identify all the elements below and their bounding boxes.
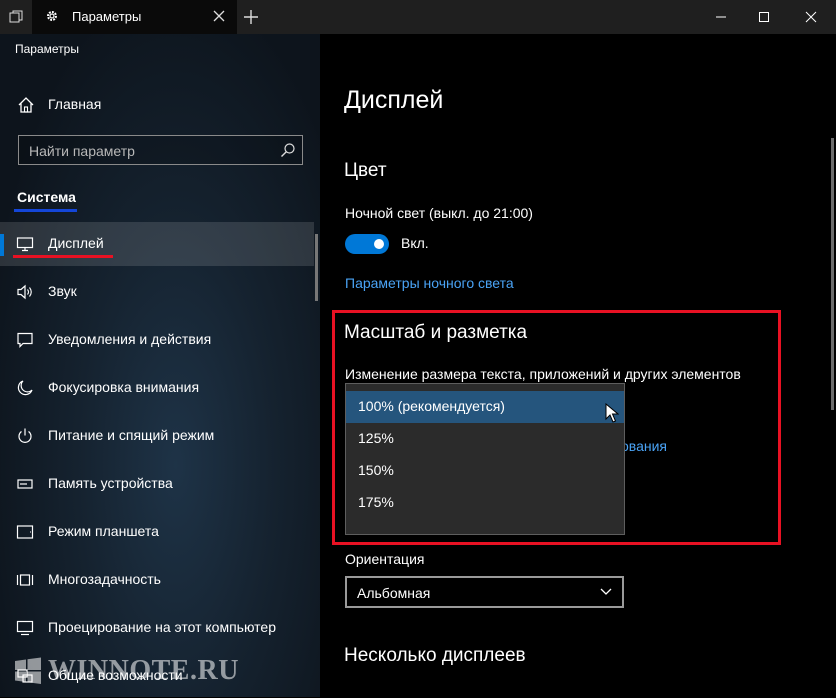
sidebar-item-label: Дисплей xyxy=(48,235,104,251)
minimize-icon xyxy=(716,16,726,18)
watermark-text: WINNOTE.RU xyxy=(48,655,239,686)
notification-icon xyxy=(17,332,33,348)
sidebar-item-projecting[interactable]: Проецирование на этот компьютер xyxy=(0,606,314,650)
scale-option-label: 100% (рекомендуется) xyxy=(358,398,505,414)
monitor-icon xyxy=(16,237,34,252)
storage-icon xyxy=(17,479,33,489)
sidebar-item-label: Уведомления и действия xyxy=(48,331,212,347)
tab-title: Параметры xyxy=(72,9,142,24)
scale-description: Изменение размера текста, приложений и д… xyxy=(345,366,741,382)
scale-heading: Масштаб и разметка xyxy=(344,322,528,343)
sidebar-item-sound[interactable]: Звук xyxy=(0,270,314,314)
minimize-button[interactable] xyxy=(698,0,744,34)
active-indicator xyxy=(0,234,4,256)
advanced-scaling-link[interactable]: ования xyxy=(621,438,667,454)
sidebar: Параметры Главная Система Дисплей Звук У… xyxy=(0,34,320,697)
gear-icon xyxy=(47,11,57,21)
multiple-displays-heading: Несколько дисплеев xyxy=(344,645,526,666)
chevron-down-icon xyxy=(600,588,612,595)
scale-option[interactable]: 125% xyxy=(346,423,624,455)
power-icon xyxy=(18,428,32,443)
mouse-cursor-icon xyxy=(605,403,619,423)
moon-icon xyxy=(17,380,33,396)
close-tab-icon[interactable] xyxy=(211,8,227,24)
night-light-label: Ночной свет (выкл. до 21:00) xyxy=(345,205,533,221)
scale-option-label: 125% xyxy=(358,430,394,446)
tab-actions-button[interactable] xyxy=(0,0,32,34)
app-title: Параметры xyxy=(15,42,79,56)
toggle-knob xyxy=(374,239,384,249)
tab-settings[interactable]: Параметры xyxy=(32,0,237,34)
sidebar-scrollbar[interactable] xyxy=(315,234,318,301)
sidebar-item-multitasking[interactable]: Многозадачность xyxy=(0,558,314,602)
night-light-state: Вкл. xyxy=(401,235,429,251)
night-light-toggle[interactable] xyxy=(345,234,389,254)
speaker-icon xyxy=(17,284,32,300)
home-icon xyxy=(18,97,34,113)
close-icon xyxy=(805,11,817,23)
sidebar-item-focus-assist[interactable]: Фокусировка внимания xyxy=(0,366,314,410)
tablet-icon xyxy=(16,525,34,539)
scale-option[interactable]: 175% xyxy=(346,487,624,519)
watermark: WINNOTE.RU xyxy=(14,651,239,691)
title-bar: Параметры xyxy=(0,0,836,34)
search-input[interactable] xyxy=(19,136,281,166)
sidebar-item-label: Режим планшета xyxy=(48,523,159,539)
maximize-button[interactable] xyxy=(741,0,787,34)
search-box[interactable] xyxy=(18,135,303,166)
orientation-select[interactable]: Альбомная xyxy=(345,576,624,608)
projection-icon xyxy=(16,620,34,636)
new-tab-icon[interactable] xyxy=(242,8,260,26)
scale-option-label: 175% xyxy=(358,494,394,510)
tabs-icon xyxy=(9,10,23,23)
sidebar-item-label: Главная xyxy=(48,96,102,112)
page-title: Дисплей xyxy=(344,86,444,114)
highlight-underline-blue xyxy=(14,209,77,212)
sidebar-item-label: Звук xyxy=(48,283,77,299)
sidebar-item-label: Многозадачность xyxy=(48,571,161,587)
color-heading: Цвет xyxy=(344,160,387,181)
multitask-icon xyxy=(16,574,34,586)
sidebar-item-tablet-mode[interactable]: Режим планшета xyxy=(0,510,314,554)
orientation-label: Ориентация xyxy=(345,551,425,567)
main-scrollbar[interactable] xyxy=(831,138,834,410)
sidebar-item-home[interactable]: Главная xyxy=(0,90,320,118)
search-icon[interactable] xyxy=(280,142,296,158)
scale-option[interactable]: 150% xyxy=(346,455,624,487)
sidebar-item-display[interactable]: Дисплей xyxy=(0,222,314,266)
sidebar-item-label: Проецирование на этот компьютер xyxy=(48,619,276,635)
orientation-value: Альбомная xyxy=(357,585,431,601)
sidebar-item-label: Память устройства xyxy=(48,475,173,491)
scale-dropdown-list[interactable]: 100% (рекомендуется) 125% 150% 175% xyxy=(345,383,625,535)
night-light-settings-link[interactable]: Параметры ночного света xyxy=(345,275,514,291)
sidebar-item-notifications[interactable]: Уведомления и действия xyxy=(0,318,314,362)
scale-option[interactable]: 100% (рекомендуется) xyxy=(346,391,624,423)
sidebar-item-label: Питание и спящий режим xyxy=(48,427,215,443)
main-content: Дисплей Цвет Ночной свет (выкл. до 21:00… xyxy=(320,34,836,697)
sidebar-item-label: Фокусировка внимания xyxy=(48,379,200,395)
section-title: Система xyxy=(17,189,76,205)
windows-logo-icon xyxy=(15,657,41,684)
close-button[interactable] xyxy=(788,0,834,34)
sidebar-item-power[interactable]: Питание и спящий режим xyxy=(0,414,314,458)
scale-option-label: 150% xyxy=(358,462,394,478)
sidebar-item-storage[interactable]: Память устройства xyxy=(0,462,314,506)
highlight-underline-red xyxy=(13,255,113,258)
maximize-icon xyxy=(759,12,769,22)
